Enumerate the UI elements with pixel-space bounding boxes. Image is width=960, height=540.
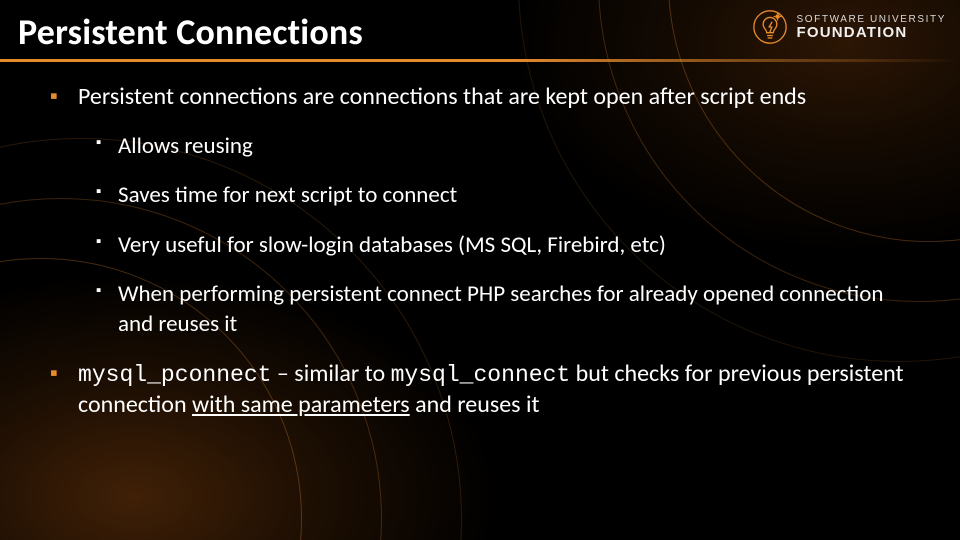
title-underline — [0, 59, 960, 62]
bullet-text: When performing persistent connect PHP s… — [118, 280, 883, 337]
brand-line1: SOFTWARE UNIVERSITY — [797, 15, 946, 25]
slide: Persistent Connections — [0, 0, 960, 540]
code-token: mysql_pconnect — [78, 362, 272, 388]
slide-title: Persistent Connections — [18, 10, 363, 54]
bullet-level1: Persistent connections are connections t… — [48, 82, 920, 339]
bullet-text: – similar to — [272, 359, 391, 388]
bullet-text: and reuses it — [410, 390, 540, 419]
brand-logo: SOFTWARE UNIVERSITY FOUNDATION — [751, 8, 946, 46]
brand-line2: FOUNDATION — [797, 25, 946, 40]
bullet-text: Allows reusing — [118, 132, 253, 160]
bullet-level2: Very useful for slow-login databases (MS… — [96, 231, 920, 260]
bullet-level2: Saves time for next script to connect — [96, 181, 920, 210]
code-token: mysql_connect — [391, 362, 571, 388]
bullet-level2: Allows reusing — [96, 132, 920, 161]
bullet-text: Persistent connections are connections t… — [78, 82, 806, 111]
underlined-text: with same parameters — [192, 390, 410, 419]
bullet-text: Saves time for next script to connect — [118, 181, 457, 209]
lightbulb-gear-icon — [751, 8, 789, 46]
brand-text: SOFTWARE UNIVERSITY FOUNDATION — [797, 15, 946, 40]
bullet-level1: mysql_pconnect – similar to mysql_connec… — [48, 359, 920, 420]
bullet-text: Very useful for slow-login databases (MS… — [118, 231, 666, 259]
slide-body: Persistent connections are connections t… — [48, 82, 920, 440]
bullet-level2: When performing persistent connect PHP s… — [96, 280, 920, 339]
